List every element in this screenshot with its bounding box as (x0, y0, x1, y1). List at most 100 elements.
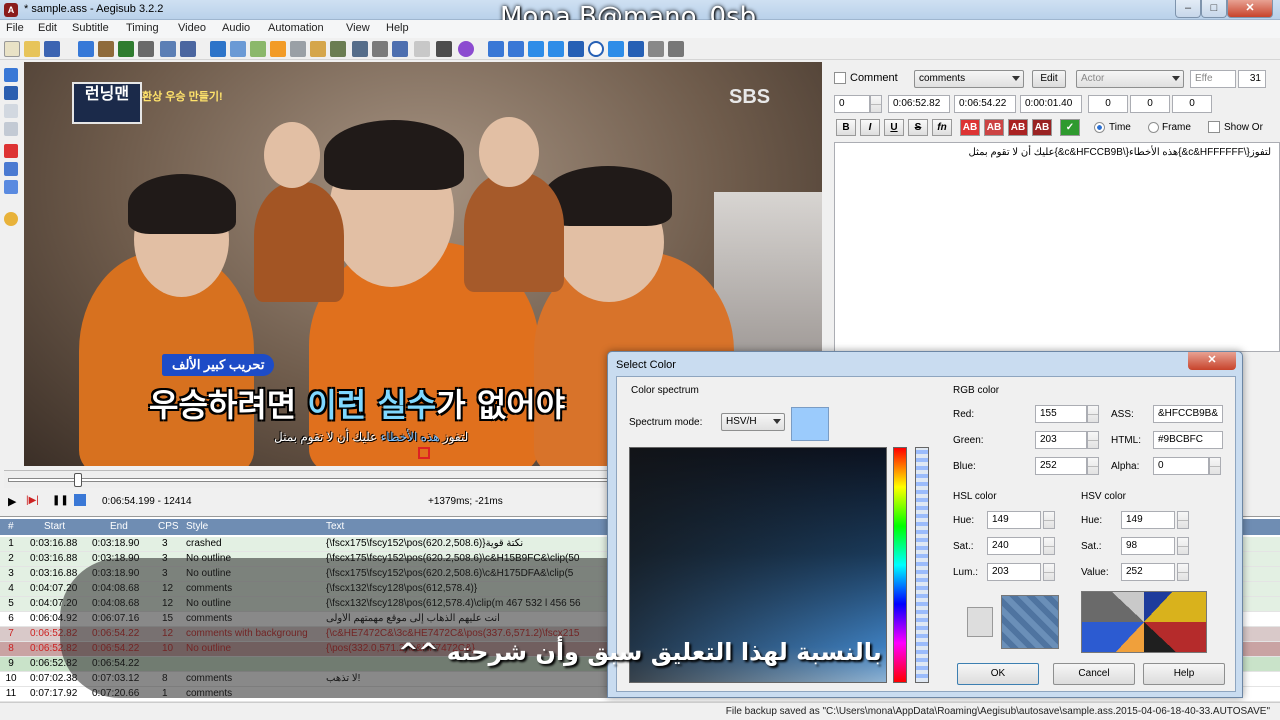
help-button[interactable]: Help (1143, 663, 1225, 685)
search-icon[interactable] (352, 41, 368, 57)
italic-button[interactable]: I (860, 119, 880, 136)
paste-icon[interactable] (414, 41, 430, 57)
open-file-icon[interactable] (24, 41, 40, 57)
start-time-field[interactable]: 0:06:52.82 (888, 95, 950, 113)
replace-icon[interactable] (372, 41, 388, 57)
play-button-icon[interactable]: ▶ (8, 495, 16, 508)
clip-tool-icon[interactable] (4, 162, 18, 176)
col-number[interactable]: # (8, 521, 14, 532)
options-icon[interactable] (458, 41, 474, 57)
rotate-z-tool-icon[interactable] (4, 104, 18, 118)
scale-tool-icon[interactable] (4, 144, 18, 158)
spell-checker-icon[interactable] (310, 41, 326, 57)
help-icon[interactable] (668, 41, 684, 57)
underline-button[interactable]: U (884, 119, 904, 136)
red-field[interactable]: 155 (1035, 405, 1087, 423)
layer-field[interactable]: 0 (834, 95, 870, 113)
timing-icon[interactable] (588, 41, 604, 57)
shift-icon[interactable] (568, 41, 584, 57)
video-position[interactable]: 0:06:54.199 - 12414 (102, 496, 192, 507)
play-icon[interactable] (488, 41, 504, 57)
kanji-timer-icon[interactable] (290, 41, 306, 57)
hsl-sat-field[interactable]: 240 (987, 537, 1041, 555)
effect-field[interactable]: Effe (1190, 70, 1236, 88)
font-button[interactable]: fn (932, 119, 952, 136)
menu-view[interactable]: View (346, 22, 370, 34)
automation-icon[interactable] (330, 41, 346, 57)
secondary-color-button[interactable]: AB (984, 119, 1004, 136)
prev-line-icon[interactable] (628, 41, 644, 57)
strikeout-button[interactable]: S (908, 119, 928, 136)
col-cps[interactable]: CPS (158, 521, 179, 532)
frame-radio[interactable] (1148, 122, 1159, 133)
continuous-icon[interactable] (548, 41, 564, 57)
menu-edit[interactable]: Edit (38, 22, 57, 34)
timing-postprocessor-icon[interactable] (270, 41, 286, 57)
video-details-icon[interactable] (180, 41, 196, 57)
hsl-sat-spinner[interactable] (1043, 537, 1055, 555)
save-icon[interactable] (44, 41, 60, 57)
play-line-icon[interactable]: |▶| (26, 495, 39, 506)
snap-end-icon[interactable] (528, 41, 544, 57)
minimize-button[interactable]: ‒ (1175, 0, 1201, 18)
styles-manager-icon[interactable] (210, 41, 226, 57)
subtitle-text-editor[interactable]: لتفوز{\c&HFFFFFF&}هذه الأخطاء{\c&HFCCB9B… (834, 142, 1280, 352)
hsl-hue-spinner[interactable] (1043, 511, 1055, 529)
line-number-field[interactable]: 31 (1238, 70, 1266, 88)
alpha-spinner[interactable] (1209, 457, 1221, 475)
comment-checkbox[interactable] (834, 72, 846, 84)
position-crosshair[interactable] (418, 447, 430, 459)
jump-to-icon[interactable] (78, 41, 94, 57)
red-spinner[interactable] (1087, 405, 1099, 423)
dialog-close-button[interactable]: ✕ (1188, 352, 1236, 370)
alpha-field[interactable]: 0 (1153, 457, 1209, 475)
margin-vertical-field[interactable]: 0 (1172, 95, 1212, 113)
rotate-xy-tool-icon[interactable] (4, 122, 18, 136)
cancel-button[interactable]: Cancel (1053, 663, 1135, 685)
vector-clip-tool-icon[interactable] (4, 180, 18, 194)
shadow-color-button[interactable]: AB (1032, 119, 1052, 136)
hsv-hue-spinner[interactable] (1177, 511, 1189, 529)
green-spinner[interactable] (1087, 431, 1099, 449)
menu-file[interactable]: File (6, 22, 24, 34)
hsl-lum-field[interactable]: 203 (987, 563, 1041, 581)
actor-combo[interactable]: Actor (1076, 70, 1184, 88)
green-field[interactable]: 203 (1035, 431, 1087, 449)
end-time-field[interactable]: 0:06:54.22 (954, 95, 1016, 113)
col-start[interactable]: Start (44, 521, 65, 532)
help-tool-icon[interactable] (4, 212, 18, 226)
col-style[interactable]: Style (186, 521, 208, 532)
next-line-icon[interactable] (608, 41, 624, 57)
ok-button[interactable]: OK (957, 663, 1039, 685)
new-file-icon[interactable] (4, 41, 20, 57)
hsl-lum-spinner[interactable] (1043, 563, 1055, 581)
translation-assistant-icon[interactable] (250, 41, 266, 57)
menu-audio[interactable]: Audio (222, 22, 250, 34)
editor-text-line[interactable]: لتفوز{\c&HFFFFFF&}هذه الأخطاء{\c&HFCCB9B… (969, 147, 1271, 158)
attachments-icon[interactable] (118, 41, 134, 57)
pause-icon[interactable]: ❚❚ (52, 495, 69, 506)
hsv-val-spinner[interactable] (1177, 563, 1189, 581)
edit-style-button[interactable]: Edit (1032, 70, 1066, 88)
properties-icon[interactable] (98, 41, 114, 57)
margin-right-field[interactable]: 0 (1130, 95, 1170, 113)
time-radio[interactable] (1094, 122, 1105, 133)
menu-automation[interactable]: Automation (268, 22, 324, 34)
seek-thumb[interactable] (74, 473, 82, 487)
show-original-checkbox[interactable] (1208, 121, 1220, 133)
settings-icon[interactable] (648, 41, 664, 57)
styling-assistant-icon[interactable] (230, 41, 246, 57)
maximize-button[interactable]: □ (1201, 0, 1227, 18)
hsv-sat-spinner[interactable] (1177, 537, 1189, 555)
outline-color-button[interactable]: AB (1008, 119, 1028, 136)
hsv-hue-field[interactable]: 149 (1121, 511, 1175, 529)
menu-video[interactable]: Video (178, 22, 206, 34)
col-text[interactable]: Text (326, 521, 344, 532)
style-select[interactable]: comments (914, 70, 1024, 88)
duration-field[interactable]: 0:00:01.40 (1020, 95, 1082, 113)
shift-times-icon[interactable] (436, 41, 452, 57)
auto-scroll-icon[interactable] (74, 494, 86, 506)
margin-left-field[interactable]: 0 (1088, 95, 1128, 113)
drag-tool-icon[interactable] (4, 86, 18, 100)
html-field[interactable]: #9BCBFC (1153, 431, 1223, 449)
